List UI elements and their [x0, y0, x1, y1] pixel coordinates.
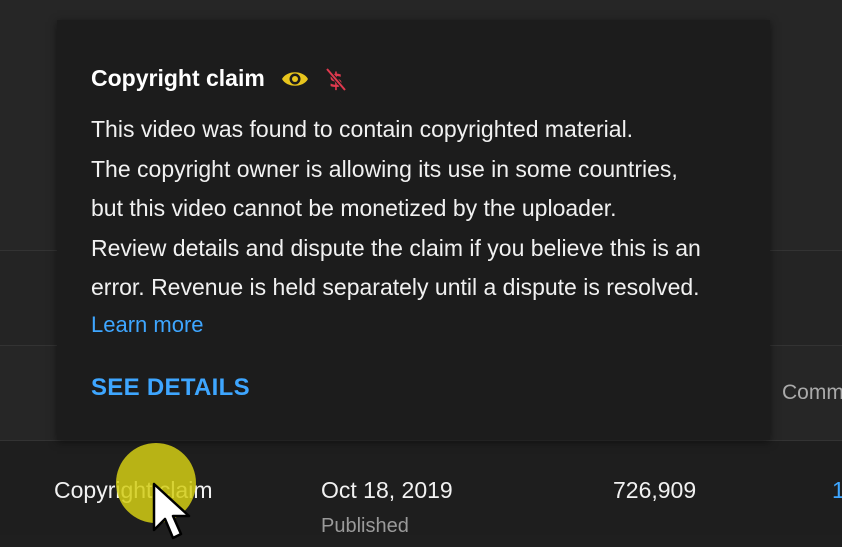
- learn-more-link[interactable]: Learn more: [91, 312, 204, 338]
- row-comments-cell[interactable]: 1: [832, 477, 842, 504]
- tooltip-title-row: Copyright claim $: [91, 65, 347, 92]
- tooltip-text-line: error. Revenue is held separately until …: [91, 274, 700, 300]
- row-date-status: Published: [321, 515, 409, 537]
- tooltip-body: This video was found to contain copyrigh…: [91, 110, 741, 308]
- copyright-claim-tooltip: Copyright claim $ This video was found t…: [57, 20, 770, 440]
- tooltip-text-line: but this video cannot be monetized by th…: [91, 195, 617, 221]
- mouse-pointer-icon: [150, 482, 198, 542]
- tooltip-text-line: The copyright owner is allowing its use …: [91, 155, 678, 182]
- row-date-cell: Oct 18, 2019: [321, 477, 453, 503]
- eye-icon: [281, 69, 309, 89]
- row-views-cell: 726,909: [613, 477, 697, 503]
- column-header-comments[interactable]: Comm: [782, 381, 842, 405]
- tooltip-text-line: This video was found to contain copyrigh…: [91, 116, 634, 142]
- see-details-button[interactable]: SEE DETAILS: [91, 374, 250, 402]
- tooltip-title: Copyright claim: [91, 65, 265, 91]
- no-money-icon: $: [325, 66, 347, 92]
- tooltip-text-line: Review details and dispute the claim if …: [91, 234, 701, 261]
